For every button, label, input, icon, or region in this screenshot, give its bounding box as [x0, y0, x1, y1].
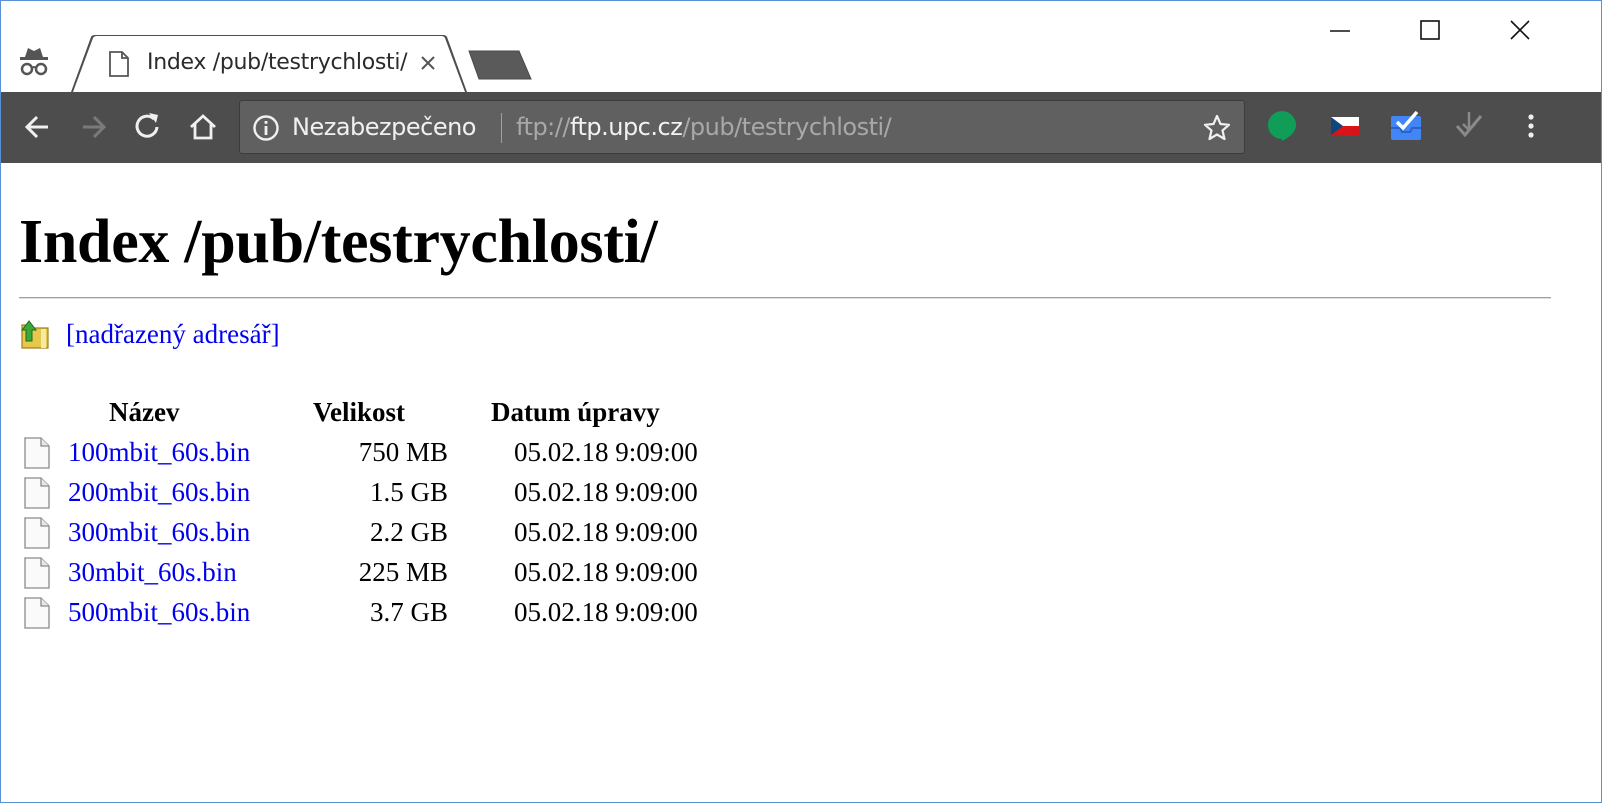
forward-button[interactable] — [75, 109, 111, 145]
menu-icon[interactable] — [1513, 108, 1549, 144]
czech-flag-icon[interactable] — [1327, 108, 1363, 144]
home-icon — [190, 114, 216, 140]
reload-button[interactable] — [130, 109, 166, 145]
file-icon — [23, 597, 51, 629]
tab-strip: Index /pub/testrychlosti/ — [1, 1, 1601, 92]
arrow-left-icon — [24, 115, 48, 139]
file-size: 2.2 GB — [369, 517, 448, 547]
file-size: 225 MB — [358, 557, 448, 587]
security-label[interactable]: Nezabezpečeno — [292, 113, 476, 141]
page-title: Index /pub/testrychlosti/ — [19, 208, 658, 276]
file-icon — [23, 557, 51, 589]
file-icon — [23, 437, 51, 469]
divider — [501, 113, 502, 143]
feedly-icon[interactable] — [1451, 108, 1487, 144]
url-text[interactable]: ftp://ftp.upc.cz/pub/testrychlosti/ — [516, 113, 892, 141]
close-window-button[interactable] — [1497, 11, 1543, 51]
url-path: /pub/testrychlosti/ — [682, 113, 892, 141]
file-icon — [23, 477, 51, 509]
column-header-date[interactable]: Datum úpravy — [491, 397, 660, 428]
column-header-name[interactable]: Název — [109, 397, 179, 428]
tab-active[interactable]: Index /pub/testrychlosti/ — [71, 35, 481, 92]
file-size: 1.5 GB — [369, 477, 448, 507]
file-date: 05.02.18 9:09:00 — [514, 517, 698, 547]
table-row: 30mbit_60s.bin 225 MB 05.02.18 9:09:00 — [1, 557, 801, 597]
document-icon — [109, 51, 129, 77]
parent-folder-icon[interactable] — [19, 319, 51, 351]
table-row: 300mbit_60s.bin 2.2 GB 05.02.18 9:09:00 — [1, 517, 801, 557]
address-bar[interactable]: Nezabezpečeno ftp://ftp.upc.cz/pub/testr… — [239, 100, 1245, 154]
bookmark-star-icon[interactable] — [1202, 113, 1232, 143]
url-scheme: ftp:// — [516, 113, 570, 141]
close-tab-icon[interactable] — [416, 51, 440, 75]
minimize-button[interactable] — [1317, 11, 1363, 51]
file-link[interactable]: 300mbit_60s.bin — [68, 517, 250, 548]
file-size: 3.7 GB — [369, 597, 448, 627]
file-link[interactable]: 500mbit_60s.bin — [68, 597, 250, 628]
table-row: 200mbit_60s.bin 1.5 GB 05.02.18 9:09:00 — [1, 477, 801, 517]
file-link[interactable]: 30mbit_60s.bin — [68, 557, 237, 588]
page-content: Index /pub/testrychlosti/ [nadřazený adr… — [1, 163, 1601, 803]
table-row: 100mbit_60s.bin 750 MB 05.02.18 9:09:00 — [1, 437, 801, 477]
file-size: 750 MB — [358, 437, 448, 467]
divider — [19, 297, 1551, 299]
incognito-icon — [19, 45, 49, 77]
file-date: 05.02.18 9:09:00 — [514, 437, 698, 467]
file-icon — [23, 517, 51, 549]
hangouts-icon[interactable] — [1264, 108, 1300, 144]
info-icon[interactable] — [252, 114, 280, 142]
table-row: 500mbit_60s.bin 3.7 GB 05.02.18 9:09:00 — [1, 597, 801, 637]
file-date: 05.02.18 9:09:00 — [514, 597, 698, 627]
browser-window: Index /pub/testrychlosti/ Nezabezpečeno … — [0, 0, 1602, 803]
home-button[interactable] — [185, 109, 221, 145]
back-button[interactable] — [20, 109, 56, 145]
maximize-button[interactable] — [1407, 11, 1453, 51]
inbox-icon[interactable] — [1388, 108, 1424, 144]
file-link[interactable]: 200mbit_60s.bin — [68, 477, 250, 508]
reload-icon — [135, 113, 159, 138]
new-tab-button[interactable] — [467, 49, 533, 81]
url-host: ftp.upc.cz — [569, 113, 683, 141]
tab-title: Index /pub/testrychlosti/ — [147, 50, 408, 75]
arrow-right-icon — [83, 115, 107, 139]
file-date: 05.02.18 9:09:00 — [514, 477, 698, 507]
parent-directory-link[interactable]: [nadřazený adresář] — [66, 319, 280, 350]
column-header-size[interactable]: Velikost — [313, 397, 405, 428]
toolbar: Nezabezpečeno ftp://ftp.upc.cz/pub/testr… — [1, 92, 1601, 163]
file-date: 05.02.18 9:09:00 — [514, 557, 698, 587]
file-link[interactable]: 100mbit_60s.bin — [68, 437, 250, 468]
